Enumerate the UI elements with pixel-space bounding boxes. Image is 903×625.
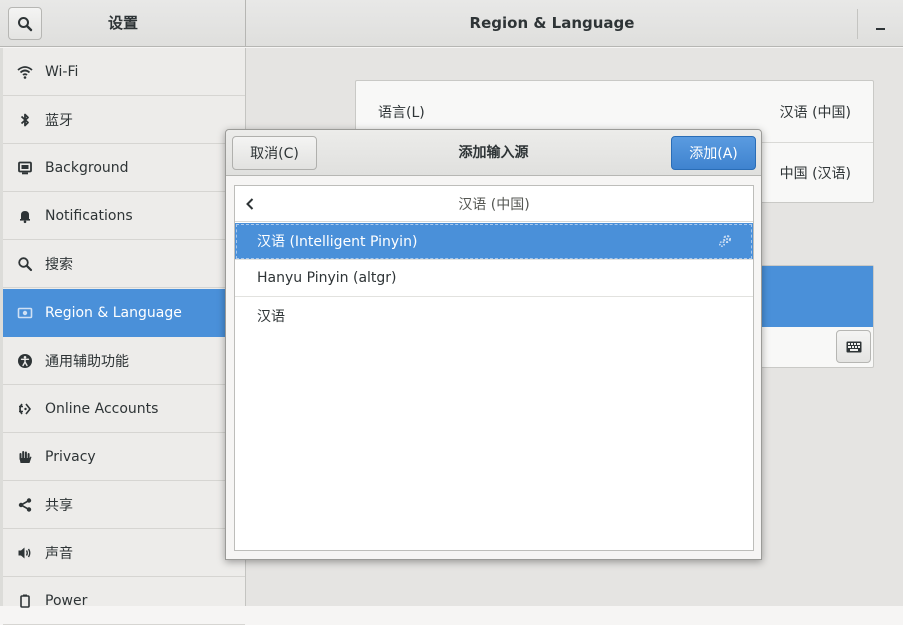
sidebar-item-sharing[interactable]: 共享 [3,481,245,529]
sidebar-item-search[interactable]: 搜索 [3,240,245,288]
sidebar-item-wifi[interactable]: Wi-Fi [3,48,245,96]
speaker-icon [3,545,45,561]
header-separator [857,9,858,39]
sidebar-item-label: Power [45,592,88,609]
sidebar-item-online-accounts[interactable]: Online Accounts [3,385,245,433]
sidebar-item-sound[interactable]: 声音 [3,529,245,577]
wifi-icon [3,64,45,80]
accessibility-icon [3,353,45,369]
bluetooth-icon [3,112,45,128]
sidebar-item-notifications[interactable]: Notifications [3,192,245,240]
sidebar-item-label: 通用辅助功能 [45,353,129,370]
header-bar: 设置 Region & Language [0,0,903,47]
list-item-label: Hanyu Pinyin (altgr) [257,270,397,286]
sidebar-item-label: Online Accounts [45,400,159,417]
bell-icon [3,208,45,224]
language-value: 汉语 (中国) [779,104,851,121]
sidebar-item-label: 蓝牙 [45,112,73,129]
display-icon [3,160,45,176]
sidebar-item-background[interactable]: Background [3,144,245,192]
keyboard-layout-button[interactable] [836,330,871,363]
sidebar-item-label: 声音 [45,545,73,562]
minimize-icon [875,28,885,30]
list-item[interactable]: 汉语 (Intelligent Pinyin) [235,223,753,260]
sidebar-item-accessibility[interactable]: 通用辅助功能 [3,337,245,385]
sidebar-item-label: Background [45,159,129,176]
search-button[interactable] [8,7,42,40]
sidebar-item-label: Wi-Fi [45,63,79,80]
back-arrow-icon[interactable] [241,195,259,213]
search-icon [18,16,33,31]
power-icon [3,593,45,609]
list-header-label: 汉语 (中国) [458,196,530,213]
search-icon [3,256,45,272]
keyboard-icon [846,341,861,352]
sidebar-item-privacy[interactable]: Privacy [3,433,245,481]
sidebar-item-label: Privacy [45,448,96,465]
add-input-source-dialog: 添加输入源 取消(C) 添加(A) 汉语 (中国) 汉语 (Intelligen… [225,129,762,560]
share-icon [3,497,45,513]
flag-icon [3,305,45,321]
sidebar-item-label: Notifications [45,207,133,224]
sidebar-item-label: Region & Language [45,304,182,321]
list-item-label: 汉语 (Intelligent Pinyin) [257,234,418,250]
cancel-button[interactable]: 取消(C) [232,136,317,170]
sidebar-item-bluetooth[interactable]: 蓝牙 [3,96,245,144]
add-button[interactable]: 添加(A) [671,136,756,170]
input-source-list: 汉语 (中国) 汉语 (Intelligent Pinyin) Hanyu Pi… [234,185,754,551]
sidebar-item-label: 搜索 [45,256,73,273]
list-item[interactable]: 汉语 [235,297,753,334]
sidebar-item-label: 共享 [45,497,73,514]
online-accounts-icon [3,401,45,417]
minimize-button[interactable] [866,12,894,36]
dialog-header: 添加输入源 取消(C) 添加(A) [226,130,761,176]
panel-title: Region & Language [469,14,635,32]
list-item-label: 汉语 [257,308,285,325]
settings-gear-icon [717,233,733,253]
formats-value: 中国 (汉语) [779,166,851,182]
hand-icon [3,449,45,465]
sidebar-item-power[interactable]: Power [3,577,245,625]
language-label: 语言(L) [378,104,425,121]
sidebar-item-region-language[interactable]: Region & Language [3,289,245,337]
list-item[interactable]: Hanyu Pinyin (altgr) [235,260,753,297]
list-header[interactable]: 汉语 (中国) [235,186,753,222]
